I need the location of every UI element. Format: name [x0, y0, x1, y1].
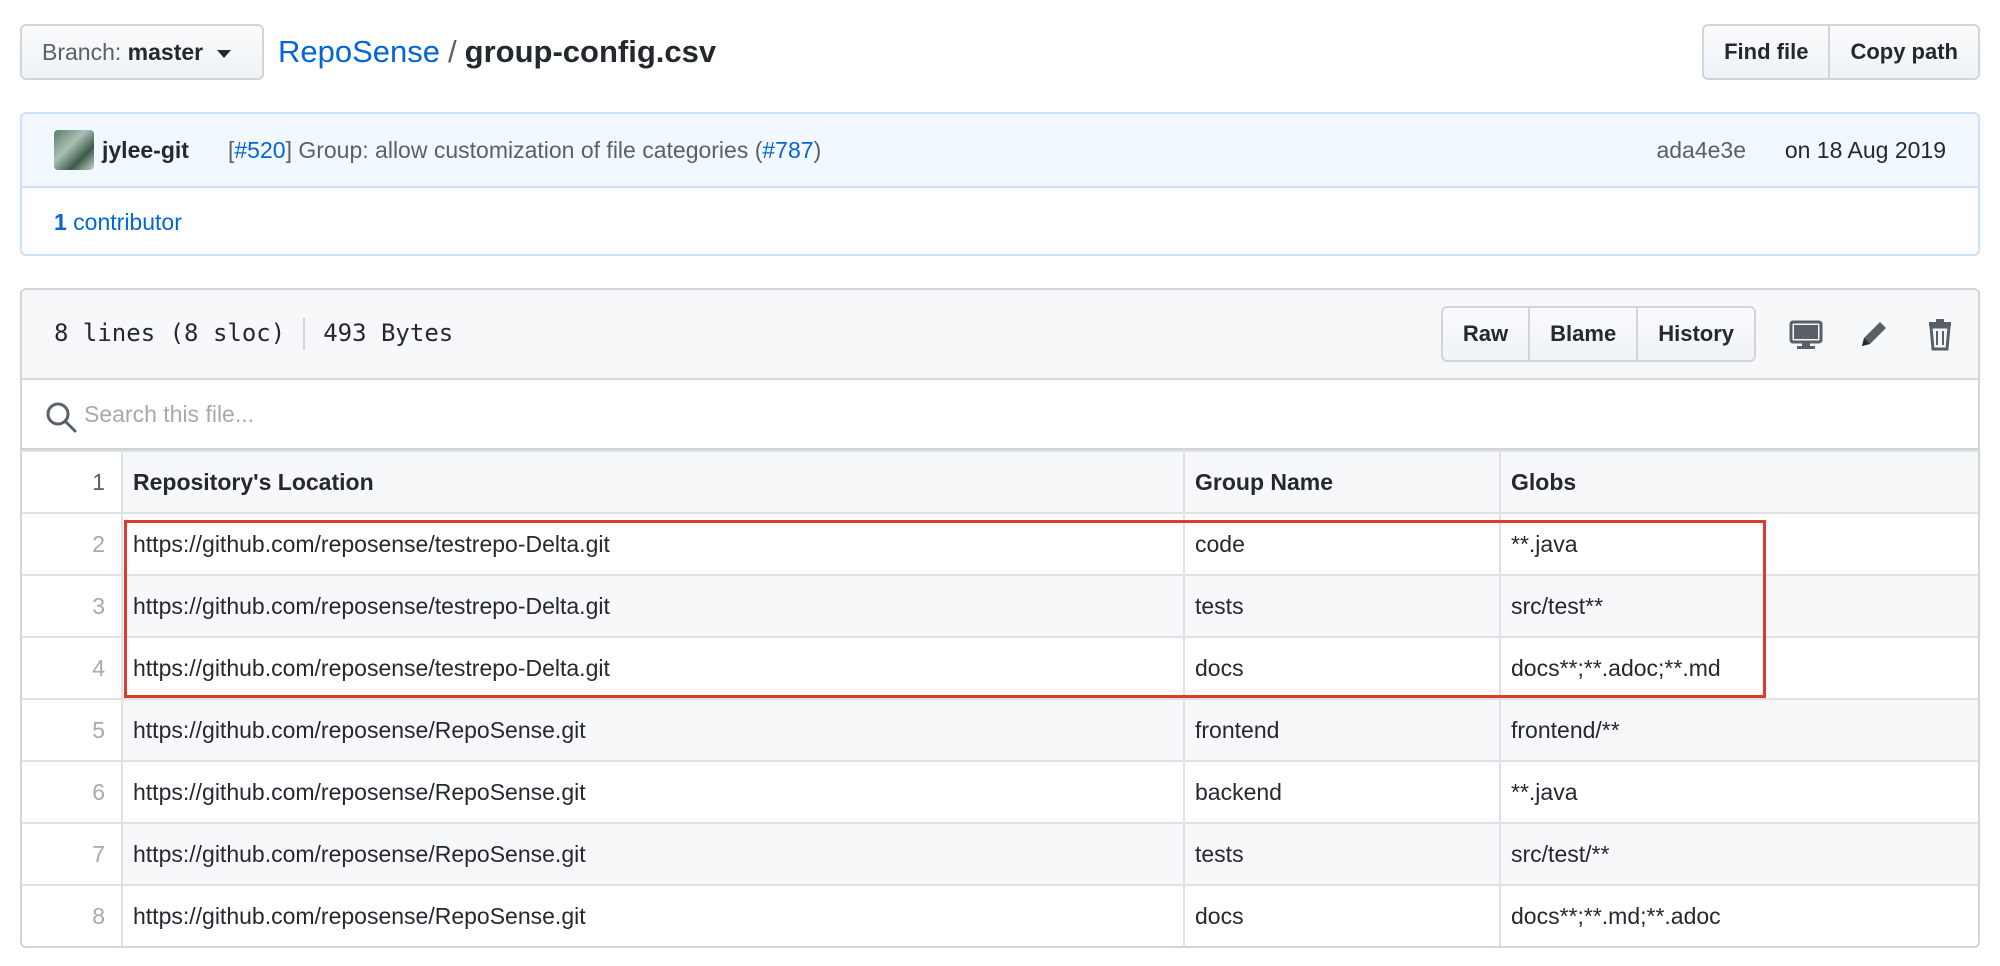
line-number[interactable]: 2 [22, 512, 123, 576]
commit-message-text: Group: allow customization of file categ… [291, 137, 763, 163]
file-header: 8 lines (8 sloc) 493 Bytes Raw Blame Hist… [22, 290, 1978, 380]
blame-button[interactable]: Blame [1530, 306, 1639, 362]
table-cell: tests [1183, 574, 1501, 638]
table-cell: docs**;**.md;**.adoc [1499, 884, 1978, 946]
table-cell: docs**;**.adoc;**.md [1499, 636, 1978, 700]
file-viewer: 8 lines (8 sloc) 493 Bytes Raw Blame Hist… [20, 288, 1980, 948]
table-cell: https://github.com/reposense/RepoSense.g… [121, 760, 1185, 824]
line-number[interactable]: 8 [22, 884, 123, 946]
line-number[interactable]: 5 [22, 698, 123, 762]
issue-link[interactable]: #787 [762, 137, 813, 163]
table-cell: https://github.com/reposense/testrepo-De… [121, 574, 1185, 638]
pencil-icon[interactable] [1854, 314, 1894, 354]
desktop-icon[interactable] [1786, 314, 1826, 354]
table-cell: **.java [1499, 512, 1978, 576]
branch-selector-button[interactable]: Branch: master [20, 24, 264, 80]
commit-message-end: ) [813, 137, 822, 163]
line-number[interactable]: 4 [22, 636, 123, 700]
table-cell: https://github.com/reposense/RepoSense.g… [121, 884, 1185, 946]
commit-date: on 18 Aug 2019 [1784, 137, 1946, 163]
search-input[interactable] [82, 390, 1882, 438]
table-row: 6 https://github.com/reposense/RepoSense… [22, 760, 1978, 824]
table-cell: **.java [1499, 760, 1978, 824]
copy-path-button[interactable]: Copy path [1830, 24, 1980, 80]
table-cell: https://github.com/reposense/RepoSense.g… [121, 822, 1185, 886]
branch-name: master [127, 39, 204, 65]
branch-label: Branch: [42, 39, 122, 65]
pr-link[interactable]: #520 [234, 137, 285, 163]
commit-author-link[interactable]: jylee-git [102, 114, 189, 186]
find-file-button[interactable]: Find file [1702, 24, 1831, 80]
table-cell: tests [1183, 822, 1501, 886]
table-cell: docs [1183, 636, 1501, 700]
file-navigation-actions: Find file Copy path [1702, 24, 1980, 80]
line-number[interactable]: 3 [22, 574, 123, 638]
breadcrumb-separator: / [448, 34, 457, 69]
caret-down-icon [217, 49, 232, 58]
table-cell: src/test** [1499, 574, 1978, 638]
table-row: 8 https://github.com/reposense/RepoSense… [22, 884, 1978, 946]
raw-button[interactable]: Raw [1440, 306, 1531, 362]
trash-icon[interactable] [1920, 314, 1960, 354]
commit-tease: jylee-git [#520] Group: allow customizat… [20, 112, 1980, 256]
table-row: 5 https://github.com/reposense/RepoSense… [22, 698, 1978, 762]
search-icon [44, 400, 78, 434]
file-navigation: Branch: master RepoSense / group-config.cs… [20, 24, 1980, 80]
table-cell: frontend/** [1499, 698, 1978, 762]
table-cell: backend [1183, 760, 1501, 824]
contributors-link[interactable]: 1 contributor [54, 188, 182, 254]
table-cell: https://github.com/reposense/testrepo-De… [121, 512, 1185, 576]
latest-commit-bar: jylee-git [#520] Group: allow customizat… [22, 114, 1978, 188]
table-cell: https://github.com/reposense/RepoSense.g… [121, 698, 1185, 762]
table-cell: src/test/** [1499, 822, 1978, 886]
column-header: Globs [1499, 450, 1978, 514]
table-row: 4 https://github.com/reposense/testrepo-… [22, 636, 1978, 700]
table-cell: docs [1183, 884, 1501, 946]
csv-table: 1 Repository's Location Group Name Globs… [22, 450, 1978, 946]
table-cell: https://github.com/reposense/testrepo-De… [121, 636, 1185, 700]
breadcrumb-file-name: group-config.csv [464, 34, 717, 69]
table-cell: frontend [1183, 698, 1501, 762]
file-actions: Raw Blame History [1440, 306, 1756, 362]
file-info-divider [303, 318, 306, 350]
column-header: Group Name [1183, 450, 1501, 514]
file-info: 8 lines (8 sloc) 493 Bytes [54, 290, 453, 376]
breadcrumb-repo-link[interactable]: RepoSense [278, 34, 440, 69]
table-header-row: 1 Repository's Location Group Name Globs [22, 450, 1978, 514]
table-row: 3 https://github.com/reposense/testrepo-… [22, 574, 1978, 638]
line-number[interactable]: 6 [22, 760, 123, 824]
file-size: 493 Bytes [323, 319, 454, 347]
history-button[interactable]: History [1638, 306, 1756, 362]
table-row: 2 https://github.com/reposense/testrepo-… [22, 512, 1978, 576]
breadcrumb: RepoSense / group-config.csv [278, 24, 716, 80]
file-line-count: 8 lines (8 sloc) [54, 319, 286, 347]
line-number[interactable]: 1 [22, 450, 123, 514]
table-cell: code [1183, 512, 1501, 576]
commit-message: [#520] Group: allow customization of fil… [228, 114, 821, 186]
file-search-bar [22, 380, 1978, 450]
contributor-label: contributor [66, 209, 182, 235]
column-header: Repository's Location [121, 450, 1185, 514]
commit-sha-link[interactable]: ada4e3e [1656, 114, 1746, 186]
table-row: 7 https://github.com/reposense/RepoSense… [22, 822, 1978, 886]
line-number[interactable]: 7 [22, 822, 123, 886]
contributor-count: 1 [54, 209, 67, 235]
avatar[interactable] [54, 130, 94, 170]
